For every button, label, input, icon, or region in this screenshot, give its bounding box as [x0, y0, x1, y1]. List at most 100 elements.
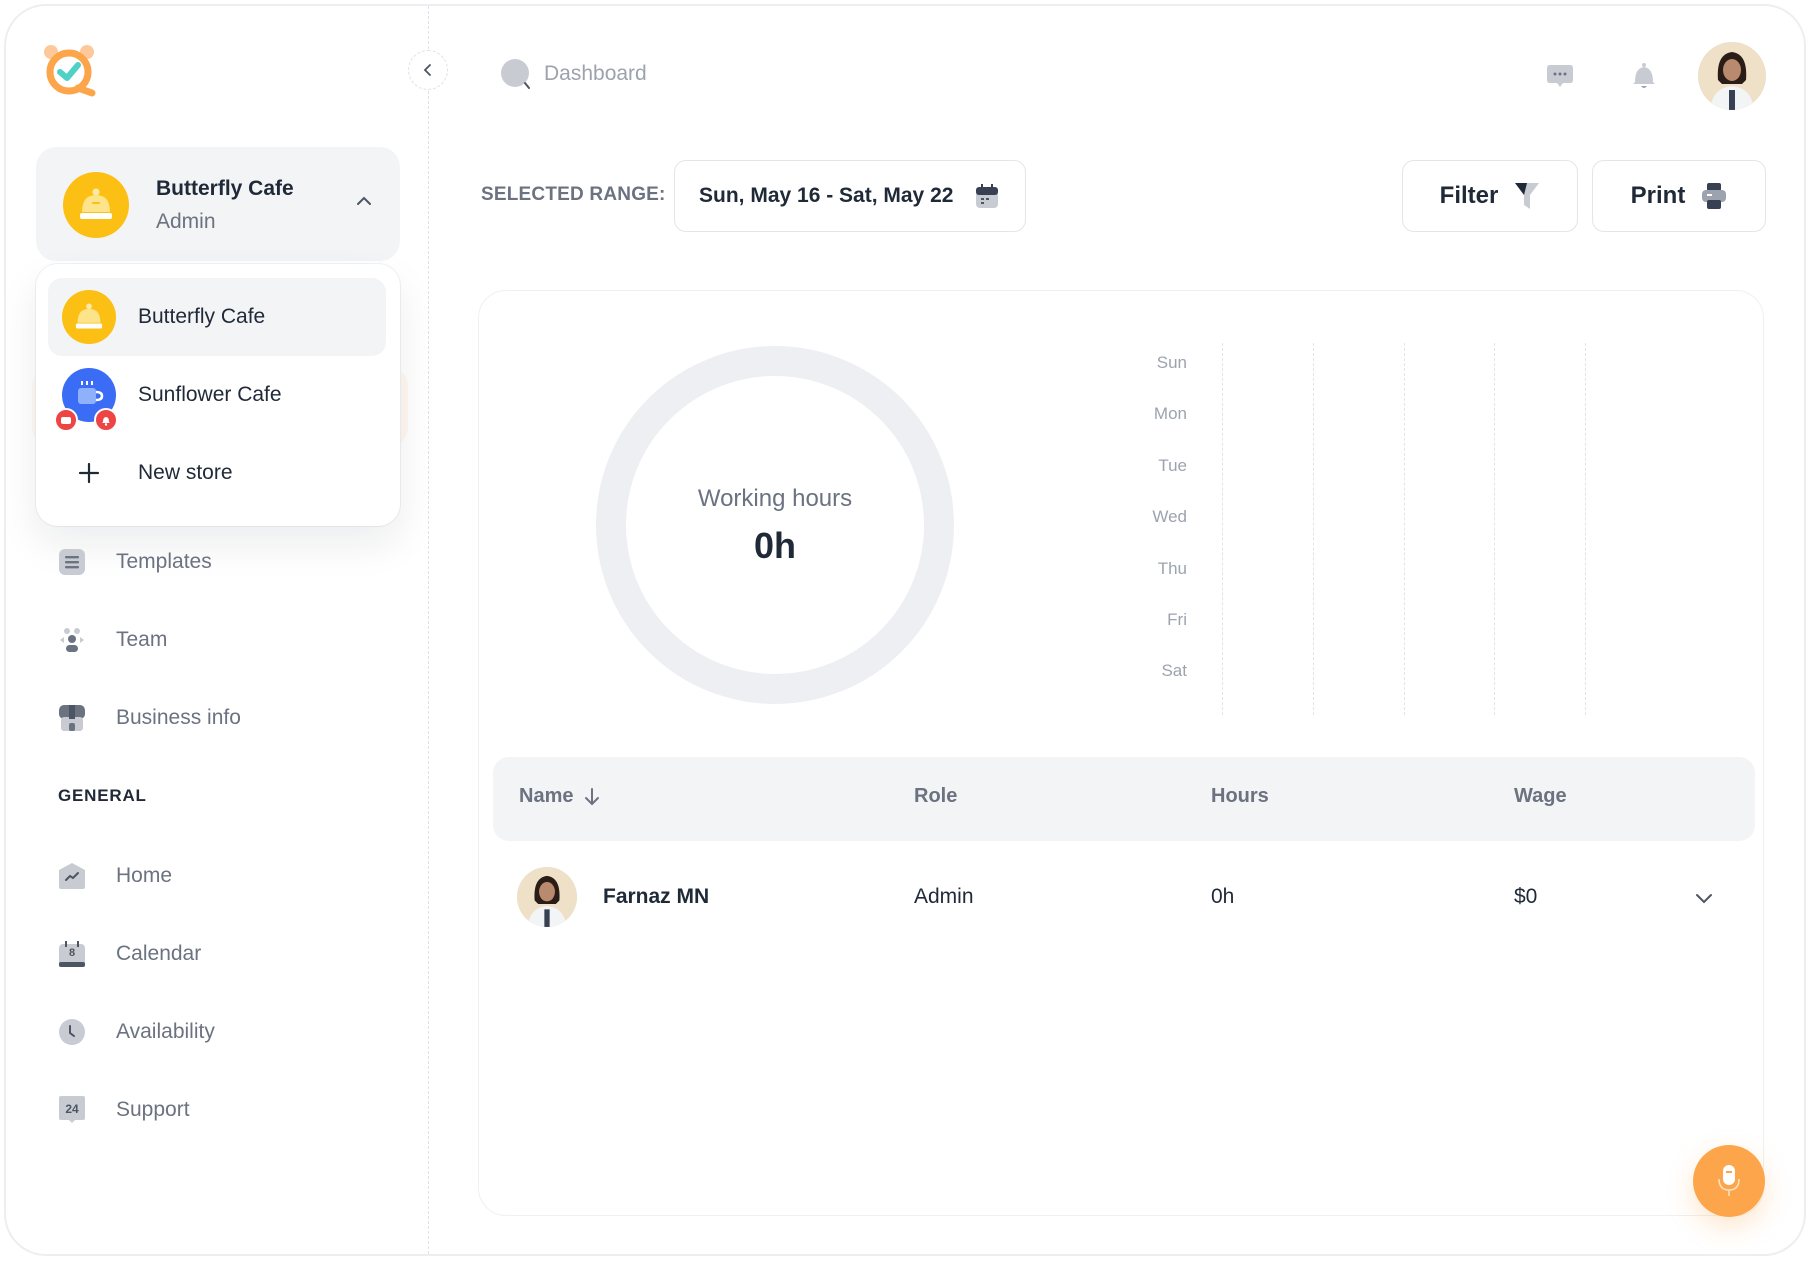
day-label-sat: Sat — [1161, 661, 1187, 681]
chevron-up-icon[interactable] — [354, 191, 374, 211]
employee-hours: 0h — [1211, 885, 1235, 908]
chart-gridline — [1403, 343, 1405, 715]
date-range-picker[interactable]: Sun, May 16 - Sat, May 22 — [674, 160, 1026, 232]
new-store-label: New store — [138, 461, 233, 484]
working-hours-ring: Working hours 0h — [595, 345, 955, 705]
chevron-down-icon[interactable] — [1693, 887, 1715, 909]
microphone-icon — [1718, 1165, 1740, 1196]
sidebar-item-label: Team — [116, 628, 168, 651]
voice-assistant-button[interactable] — [1693, 1145, 1765, 1217]
alarm-clock-check-logo — [44, 45, 96, 97]
messages-button[interactable] — [1542, 58, 1578, 94]
store-option-sunflower-cafe[interactable]: Sunflower Cafe — [48, 356, 386, 434]
support-24-icon: 24 — [58, 1096, 86, 1124]
notifications-button[interactable] — [1626, 58, 1662, 94]
filter-button[interactable]: Filter — [1402, 160, 1578, 232]
sidebar-item-label: Support — [116, 1098, 190, 1121]
sidebar-item-label: Business info — [116, 706, 241, 729]
table-row[interactable]: Farnaz MN Admin 0h $0 — [493, 853, 1755, 941]
chart-gridline — [1312, 343, 1314, 715]
profile-photo — [1698, 42, 1766, 110]
day-label-wed: Wed — [1152, 507, 1187, 527]
day-label-thu: Thu — [1157, 558, 1187, 578]
sidebar-item-calendar[interactable]: 8 Calendar — [58, 932, 398, 976]
sidebar-item-label: Availability — [116, 1020, 215, 1043]
column-label: Hours — [1211, 785, 1269, 807]
cafe-bell-icon — [80, 188, 112, 219]
bell-badge-icon — [94, 408, 118, 432]
sidebar-item-business-info[interactable]: Business info — [58, 696, 398, 740]
employee-role: Admin — [914, 885, 974, 908]
chat-icon — [1547, 65, 1573, 87]
employee-wage: $0 — [1514, 885, 1538, 908]
filter-button-label: Filter — [1439, 182, 1499, 209]
team-icon — [58, 626, 86, 654]
printer-icon — [1702, 183, 1727, 209]
sidebar-item-availability[interactable]: Availability — [58, 1010, 398, 1054]
column-label: Name — [519, 785, 574, 807]
chart-gridline — [1222, 343, 1223, 715]
sidebar-item-label: Templates — [116, 550, 212, 573]
calendar-icon: 8 — [58, 940, 86, 968]
working-hours-title: Working hours — [697, 485, 853, 512]
date-range-value: Sun, May 16 - Sat, May 22 — [699, 184, 954, 207]
current-store-name: Butterfly Cafe — [156, 177, 294, 200]
list-icon — [58, 548, 86, 576]
support-icon-text: 24 — [65, 1102, 79, 1116]
new-store-button[interactable]: New store — [48, 434, 386, 512]
cafe-bell-icon — [75, 303, 103, 329]
search-placeholder: Dashboard — [544, 62, 647, 85]
store-avatar — [62, 290, 116, 344]
table-header: Name Role Hours Wage — [493, 757, 1755, 841]
user-avatar[interactable] — [1698, 42, 1766, 110]
app-window: Butterfly Cafe Admin Butterfly Cafe Sunf… — [4, 4, 1806, 1256]
day-label-sun: Sun — [1156, 353, 1187, 372]
sidebar-item-templates[interactable]: Templates — [58, 540, 398, 584]
working-hours-card: Working hours 0h Sun Mon Tue Wed Thu Fri Sat N… — [478, 290, 1764, 1216]
column-header-wage[interactable]: Wage — [1514, 785, 1567, 808]
sidebar-item-label: Home — [116, 864, 173, 887]
chart-gridline — [1585, 343, 1587, 715]
column-label: Role — [914, 785, 958, 807]
chevron-left-icon — [423, 64, 431, 76]
print-button[interactable]: Print — [1592, 160, 1766, 232]
plus-icon — [78, 462, 100, 484]
selected-range-label: SELECTED RANGE: — [481, 184, 666, 205]
sidebar-divider — [428, 6, 429, 1254]
sidebar-item-team[interactable]: Team — [58, 618, 398, 662]
clock-icon — [58, 1018, 86, 1046]
shop-icon — [58, 704, 86, 732]
arrow-down-icon — [585, 787, 600, 805]
store-option-butterfly-cafe[interactable]: Butterfly Cafe — [48, 278, 386, 356]
store-option-label: Butterfly Cafe — [138, 305, 266, 328]
column-label: Wage — [1514, 785, 1567, 807]
daily-hours-chart: Sun Mon Tue Wed Thu Fri Sat — [1039, 337, 1739, 717]
store-dropdown-menu: Butterfly Cafe Sunflower Cafe New store — [36, 264, 400, 526]
store-switcher[interactable]: Butterfly Cafe Admin — [36, 147, 400, 261]
collapse-sidebar-button[interactable] — [408, 50, 448, 90]
column-header-role[interactable]: Role — [914, 785, 957, 808]
current-store-role: Admin — [156, 210, 216, 233]
column-header-name[interactable]: Name — [519, 785, 601, 808]
chat-badge-icon — [54, 408, 78, 432]
day-label-fri: Fri — [1167, 610, 1187, 629]
store-avatar — [63, 172, 129, 238]
employee-name: Farnaz MN — [603, 885, 710, 908]
store-option-label: Sunflower Cafe — [138, 383, 282, 406]
sidebar-item-support[interactable]: 24 Support — [58, 1088, 398, 1132]
home-chart-icon — [58, 862, 86, 890]
search-bar[interactable]: Dashboard — [500, 58, 647, 90]
calendar-icon — [976, 184, 998, 208]
employee-avatar — [517, 867, 577, 927]
working-hours-value: 0h — [753, 525, 796, 566]
sidebar-item-label: Calendar — [116, 942, 202, 965]
print-button-label: Print — [1630, 182, 1686, 209]
section-label-general: GENERAL — [58, 786, 147, 805]
chart-gridline — [1494, 343, 1496, 715]
column-header-hours[interactable]: Hours — [1211, 785, 1269, 808]
filter-icon — [1515, 183, 1540, 209]
day-label-mon: Mon — [1153, 404, 1187, 424]
app-logo[interactable] — [40, 42, 98, 100]
sidebar-item-home[interactable]: Home — [58, 854, 398, 898]
day-label-tue: Tue — [1158, 455, 1187, 475]
